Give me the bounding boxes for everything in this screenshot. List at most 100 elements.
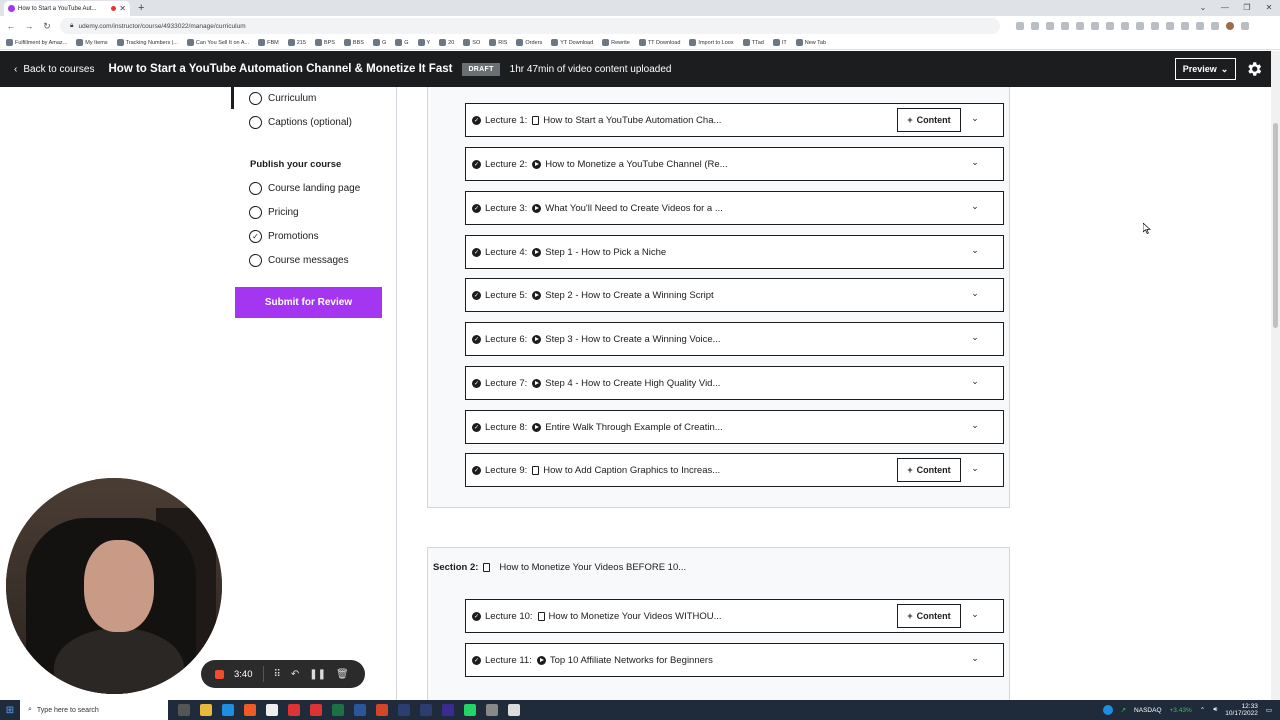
premiere-icon[interactable] — [442, 704, 454, 716]
bookmark-item[interactable]: Orders — [516, 39, 542, 46]
pause-icon[interactable]: ❚❚ — [309, 669, 326, 680]
sidebar-icon[interactable] — [1211, 22, 1219, 30]
bookmark-item[interactable]: Can You Sell It on A... — [186, 39, 249, 46]
bookmark-item[interactable]: 20 — [439, 39, 454, 46]
extension-icon[interactable] — [1091, 22, 1099, 30]
chevron-down-icon[interactable]: ⌄ — [969, 245, 981, 259]
app-icon[interactable] — [508, 704, 520, 716]
add-content-button[interactable]: + Content — [897, 458, 961, 482]
extension-icon[interactable] — [1076, 22, 1084, 30]
trash-icon[interactable]: 🗑︎ — [336, 669, 349, 680]
section-2-title[interactable]: Section 2: How to Monetize Your Videos B… — [433, 562, 686, 573]
lecture-row[interactable]: ✓ Lecture 2: How to Monetize a YouTube Cha… — [465, 147, 1004, 181]
bookmark-item[interactable]: RIS — [489, 39, 507, 46]
stop-recording-icon[interactable] — [215, 669, 224, 679]
bookmark-item[interactable]: BBS — [343, 39, 364, 46]
lecture-row[interactable]: ✓ Lecture 7: Step 4 - How to Create High Q… — [465, 366, 1004, 400]
scrollbar-thumb[interactable] — [1273, 123, 1278, 328]
tab-search-icon[interactable]: ⌄ — [1192, 0, 1214, 16]
extension-icon[interactable] — [1031, 22, 1039, 30]
bookmark-item[interactable]: YT Download — [551, 39, 593, 46]
submit-for-review-button[interactable]: Submit for Review — [235, 287, 382, 318]
extension-icon[interactable] — [1121, 22, 1129, 30]
extension-icon[interactable] — [1181, 22, 1189, 30]
extension-icon[interactable] — [1046, 22, 1054, 30]
lecture-row[interactable]: ✓ Lecture 11: Top 10 Affiliate Networks fo… — [465, 643, 1004, 677]
lecture-row[interactable]: ✓ Lecture 5: Step 2 - How to Create a Winn… — [465, 278, 1004, 312]
chevron-down-icon[interactable]: ⌄ — [969, 201, 981, 215]
edge-icon[interactable] — [222, 704, 234, 716]
windows-start-icon[interactable]: ⊞ — [0, 705, 20, 716]
close-tab-icon[interactable]: ✕ — [119, 4, 126, 13]
app-icon[interactable] — [486, 704, 498, 716]
menu-dots-icon[interactable] — [1241, 22, 1249, 30]
extension-icon[interactable] — [1151, 22, 1159, 30]
url-field[interactable]: 🔒︎ udemy.com/instructor/course/4933022/m… — [60, 18, 1000, 34]
back-to-courses-link[interactable]: ‹ Back to courses — [14, 64, 95, 75]
opera-icon[interactable] — [288, 704, 300, 716]
whatsapp-icon[interactable] — [464, 704, 476, 716]
profile-avatar[interactable] — [1226, 22, 1234, 30]
taskbar-search[interactable]: ⌕ Type here to search — [20, 700, 168, 720]
lecture-row[interactable]: ✓ Lecture 8: Entire Walk Through Example o… — [465, 410, 1004, 444]
word-icon[interactable] — [354, 704, 366, 716]
sidebar-item-promotions[interactable]: ✓ Promotions — [249, 230, 319, 243]
chevron-down-icon[interactable]: ⌄ — [969, 157, 981, 171]
lecture-row[interactable]: ✓ Lecture 6: Step 3 - How to Create a Winn… — [465, 322, 1004, 356]
close-window-icon[interactable]: ✕ — [1258, 0, 1280, 16]
sidebar-item-course-messages[interactable]: Course messages — [249, 254, 349, 267]
bookmark-item[interactable]: IT — [772, 39, 787, 46]
bookmark-item[interactable]: G — [372, 39, 386, 46]
bookmark-item[interactable]: TTad — [742, 39, 764, 46]
chevron-down-icon[interactable]: ⌄ — [969, 420, 981, 434]
lecture-row[interactable]: ✓ Lecture 1: How to Start a YouTube Automa… — [465, 103, 1004, 137]
firefox-icon[interactable] — [244, 704, 256, 716]
notifications-icon[interactable]: ▭ — [1266, 706, 1272, 714]
sidebar-item-curriculum[interactable]: Curriculum — [249, 92, 316, 105]
chevron-down-icon[interactable]: ⌄ — [969, 288, 981, 302]
preview-button[interactable]: Preview ⌄ — [1175, 58, 1236, 80]
clock[interactable]: 12:33 10/17/2022 — [1225, 703, 1258, 717]
extensions-puzzle-icon[interactable] — [1196, 22, 1204, 30]
lightroom-icon[interactable] — [398, 704, 410, 716]
grid-icon[interactable]: ⠿ — [274, 669, 281, 680]
chevron-down-icon[interactable]: ⌄ — [969, 653, 981, 667]
chrome-icon[interactable] — [266, 704, 278, 716]
bookmark-star-icon[interactable] — [1061, 22, 1069, 30]
bookmark-item[interactable]: 215 — [287, 39, 306, 46]
lecture-row[interactable]: ✓ Lecture 4: Step 1 - How to Pick a Niche ⌄ — [465, 235, 1004, 269]
new-tab-icon[interactable]: + — [138, 1, 144, 16]
chevron-down-icon[interactable]: ⌄ — [969, 609, 981, 623]
photoshop-icon[interactable] — [420, 704, 432, 716]
bookmark-item[interactable]: G — [395, 39, 409, 46]
browser-tab[interactable]: How to Start a YouTube Aut... ✕ — [4, 1, 130, 16]
extension-icon[interactable] — [1016, 22, 1024, 30]
gear-icon[interactable] — [1245, 60, 1263, 78]
excel-icon[interactable] — [332, 704, 344, 716]
lecture-row[interactable]: ✓ Lecture 3: What You'll Need to Create Vi… — [465, 191, 1004, 225]
bookmark-item[interactable]: Import to Loox — [689, 39, 734, 46]
bookmark-item[interactable]: BPS — [314, 39, 335, 46]
chevron-down-icon[interactable]: ⌄ — [969, 113, 981, 127]
vivaldi-icon[interactable] — [310, 704, 322, 716]
bookmark-item[interactable]: New Tab — [795, 39, 826, 46]
app-tray-icon[interactable] — [1102, 705, 1113, 715]
bookmark-item[interactable]: Tracking Numbers |... — [116, 39, 178, 46]
bookmark-item[interactable]: Rewrite — [602, 39, 630, 46]
back-arrow-icon[interactable]: ← — [6, 21, 16, 31]
task-view-icon[interactable] — [178, 704, 190, 716]
page-scrollbar[interactable] — [1271, 87, 1280, 700]
extension-icon[interactable] — [1136, 22, 1144, 30]
maximize-icon[interactable]: ❐ — [1236, 0, 1258, 16]
file-explorer-icon[interactable] — [200, 704, 212, 716]
bookmark-item[interactable]: FBM — [258, 39, 279, 46]
powerpoint-icon[interactable] — [376, 704, 388, 716]
extension-icon[interactable] — [1166, 22, 1174, 30]
lecture-row[interactable]: ✓ Lecture 9: How to Add Caption Graphics t… — [465, 453, 1004, 487]
add-content-button[interactable]: + Content — [897, 108, 961, 132]
undo-icon[interactable]: ↶ — [291, 669, 299, 680]
volume-icon[interactable]: 🔊︎ — [1213, 706, 1217, 714]
bookmark-item[interactable]: SO — [463, 39, 480, 46]
bookmark-item[interactable]: Y — [417, 39, 430, 46]
sidebar-item-course-landing-page[interactable]: Course landing page — [249, 182, 360, 195]
